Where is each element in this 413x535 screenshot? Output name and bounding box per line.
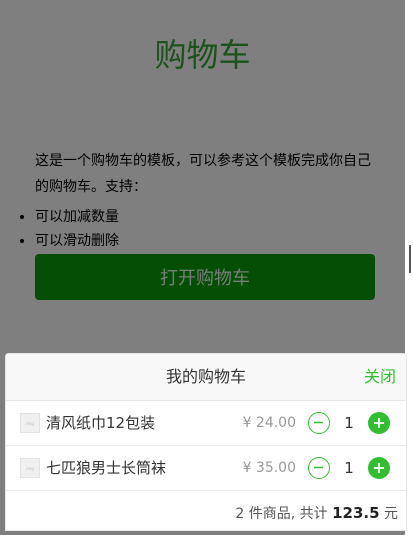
summary-count-text: 2 件商品, 共计 <box>235 506 328 522</box>
summary-total: 123.5 <box>332 504 380 522</box>
increase-quantity-button[interactable] <box>368 457 390 479</box>
item-price: ¥ 35.00 <box>242 460 296 476</box>
cart-title: 我的购物车 <box>165 367 246 386</box>
minus-circle-icon <box>314 421 323 424</box>
close-cart-button[interactable]: 关闭 <box>364 354 396 400</box>
plus-circle-icon <box>374 418 384 428</box>
scroll-edge-indicator <box>409 245 411 273</box>
quantity-value: 1 <box>344 459 354 477</box>
minus-circle-icon <box>314 466 323 469</box>
cart-panel: 我的购物车 关闭 img 清风纸巾12包装 ¥ 24.00 1 img 七匹狼男… <box>5 353 407 531</box>
cart-item[interactable]: img 清风纸巾12包装 ¥ 24.00 1 <box>6 401 406 446</box>
item-name: 七匹狼男士长筒袜 <box>46 459 167 477</box>
increase-quantity-button[interactable] <box>368 412 390 434</box>
product-thumbnail-icon: img <box>20 458 40 478</box>
plus-circle-icon <box>374 463 384 473</box>
item-name: 清风纸巾12包装 <box>46 414 156 432</box>
cart-header: 我的购物车 关闭 <box>6 354 406 401</box>
quantity-value: 1 <box>344 414 354 432</box>
cart-summary: 2 件商品, 共计 123.5 元 <box>235 503 398 523</box>
cart-item[interactable]: img 七匹狼男士长筒袜 ¥ 35.00 1 <box>6 446 406 491</box>
decrease-quantity-button[interactable] <box>308 412 330 434</box>
item-price: ¥ 24.00 <box>242 415 296 431</box>
decrease-quantity-button[interactable] <box>308 457 330 479</box>
product-thumbnail-icon: img <box>20 413 40 433</box>
summary-unit: 元 <box>384 506 398 522</box>
